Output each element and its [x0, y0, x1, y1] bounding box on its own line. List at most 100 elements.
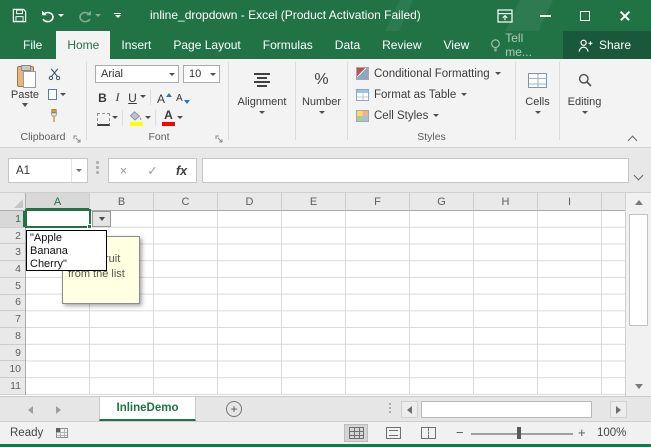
italic-button[interactable]: I [110, 88, 125, 105]
scroll-right-button[interactable] [610, 401, 627, 418]
paste-button[interactable]: Paste [5, 64, 45, 128]
row-header[interactable]: 9 [0, 345, 25, 362]
zoom-slider-handle[interactable] [517, 427, 521, 439]
tab-data[interactable]: Data [324, 31, 371, 59]
tab-formulas[interactable]: Formulas [252, 31, 324, 59]
triangle-right-icon [616, 406, 621, 414]
undo-button[interactable] [38, 7, 66, 25]
name-box[interactable]: A1 [8, 158, 88, 183]
copy-icon [48, 89, 57, 100]
tab-review[interactable]: Review [371, 31, 432, 59]
column-header[interactable]: B [90, 193, 154, 210]
tab-page-layout[interactable]: Page Layout [162, 31, 251, 59]
dropdown-list-item[interactable]: Cherry" [30, 258, 106, 271]
cells-group-button[interactable]: Cells [516, 59, 559, 147]
redo-button[interactable] [75, 7, 103, 25]
formula-input[interactable] [202, 158, 629, 183]
ribbon-display-options-button[interactable] [485, 0, 525, 31]
column-header[interactable]: A [26, 193, 90, 210]
scroll-left-button[interactable] [401, 401, 418, 418]
column-header[interactable]: C [154, 193, 218, 210]
row-header[interactable]: 11 [0, 378, 25, 395]
fill-color-button[interactable] [127, 109, 145, 126]
row-header[interactable]: 3 [0, 244, 25, 261]
insert-function-button[interactable]: fx [167, 159, 196, 182]
clipboard-dialog-launcher[interactable] [73, 135, 81, 143]
cell-dropdown-button[interactable] [92, 211, 111, 227]
tab-bar-grip[interactable] [389, 403, 391, 413]
row-header[interactable]: 8 [0, 328, 25, 345]
tab-insert[interactable]: Insert [110, 31, 162, 59]
scroll-up-button[interactable] [628, 194, 649, 211]
zoom-level[interactable]: 100% [597, 422, 626, 444]
normal-view-button[interactable] [344, 424, 368, 442]
share-button[interactable]: Share [563, 31, 651, 59]
tell-me-box[interactable]: Tell me... [480, 31, 563, 59]
zoom-out-button[interactable]: − [456, 425, 464, 440]
copy-button[interactable] [48, 87, 66, 102]
column-header[interactable]: D [218, 193, 282, 210]
tab-home[interactable]: Home [56, 31, 110, 59]
row-header[interactable]: 5 [0, 278, 25, 295]
font-name-value: Arial [101, 68, 123, 80]
borders-button[interactable] [95, 109, 112, 126]
font-name-combo[interactable]: Arial [95, 65, 179, 83]
next-sheet-button[interactable] [50, 402, 66, 417]
macro-record-icon[interactable] [56, 428, 68, 438]
row-header[interactable]: 4 [0, 261, 25, 278]
underline-button[interactable]: U [125, 88, 140, 105]
column-header[interactable]: H [474, 193, 538, 210]
alignment-group-button[interactable]: Alignment [229, 59, 295, 147]
minimize-button[interactable] [525, 0, 565, 31]
conditional-formatting-button[interactable]: Conditional Formatting [348, 63, 515, 84]
font-size-combo[interactable]: 10 [183, 65, 220, 83]
maximize-button[interactable] [565, 0, 605, 31]
previous-sheet-button[interactable] [22, 402, 38, 417]
cancel-button[interactable]: × [109, 159, 138, 182]
row-header[interactable]: 7 [0, 311, 25, 328]
enter-button[interactable]: ✓ [138, 159, 167, 182]
font-color-button[interactable]: A [160, 109, 177, 126]
column-header[interactable]: G [410, 193, 474, 210]
grow-font-arrow-icon [166, 93, 172, 97]
column-header[interactable]: E [282, 193, 346, 210]
zoom-slider-track[interactable] [471, 433, 573, 435]
select-all-corner[interactable] [0, 193, 26, 211]
formula-bar-grip[interactable] [96, 161, 99, 174]
bold-button[interactable]: B [95, 88, 110, 105]
row-header[interactable]: 1 [0, 211, 25, 228]
collapse-ribbon-button[interactable] [629, 131, 637, 139]
dropdown-list-item[interactable]: "Apple [30, 232, 106, 245]
grow-font-button[interactable]: A [155, 88, 174, 105]
cell-styles-button[interactable]: Cell Styles [348, 105, 515, 126]
column-header[interactable]: F [346, 193, 410, 210]
vertical-scrollbar[interactable] [625, 193, 651, 396]
row-header[interactable]: 6 [0, 295, 25, 312]
vertical-scroll-thumb[interactable] [629, 214, 648, 326]
page-layout-view-button[interactable] [381, 424, 405, 442]
tab-view[interactable]: View [433, 31, 481, 59]
page-break-view-button[interactable] [416, 424, 440, 442]
zoom-in-button[interactable]: + [578, 425, 586, 440]
customize-qat-button[interactable] [112, 11, 123, 21]
editing-group-button[interactable]: Editing [560, 59, 609, 147]
selected-cell-a1[interactable] [25, 209, 91, 228]
format-as-table-button[interactable]: Format as Table [348, 84, 515, 105]
column-header[interactable]: I [538, 193, 602, 210]
row-header[interactable]: 2 [0, 228, 25, 245]
sheet-tab-inlinedemo[interactable]: InlineDemo [99, 397, 196, 421]
scroll-down-button[interactable] [628, 378, 649, 395]
shrink-font-button[interactable]: A [174, 88, 192, 105]
close-button[interactable] [605, 0, 645, 31]
horizontal-scroll-thumb[interactable] [421, 401, 592, 418]
row-header[interactable]: 10 [0, 361, 25, 378]
format-painter-button[interactable] [48, 108, 66, 123]
font-dialog-launcher[interactable] [215, 135, 223, 143]
cut-button[interactable] [48, 66, 66, 81]
tab-file[interactable]: File [9, 31, 56, 59]
expand-formula-bar-button[interactable] [635, 166, 642, 184]
number-group-button[interactable]: % Number [296, 59, 347, 147]
dropdown-list-item[interactable]: Banana [30, 245, 106, 258]
save-button[interactable] [10, 6, 29, 25]
new-sheet-button[interactable]: + [226, 401, 242, 417]
